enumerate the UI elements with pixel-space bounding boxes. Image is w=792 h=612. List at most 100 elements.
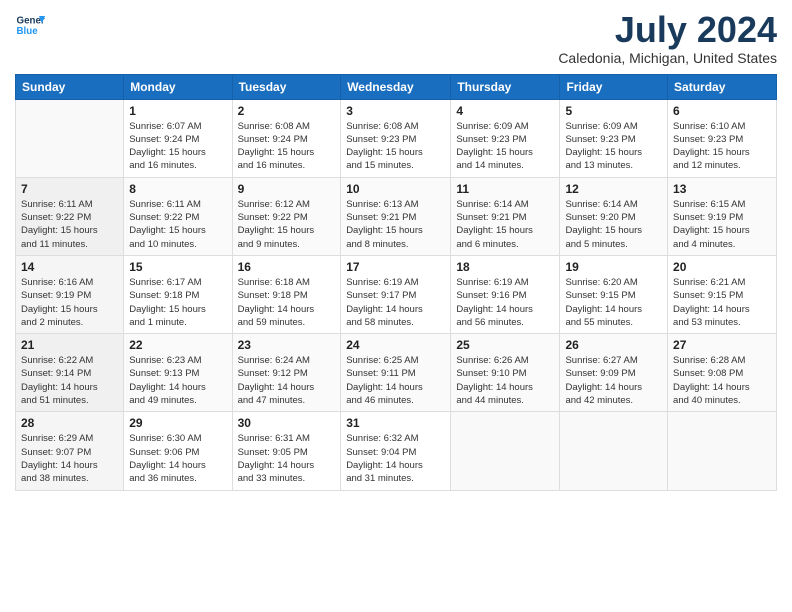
calendar-cell: 3 Sunrise: 6:08 AM Sunset: 9:23 PM Daylig… [341,99,451,177]
day-number: 5 [565,104,662,118]
calendar-cell: 10Sunrise: 6:13 AM Sunset: 9:21 PM Dayli… [341,177,451,255]
day-info: Sunrise: 6:10 AM Sunset: 9:23 PM Dayligh… [673,120,771,173]
day-info: Sunrise: 6:21 AM Sunset: 9:15 PM Dayligh… [673,276,771,329]
calendar-cell [560,412,668,490]
day-info: Sunrise: 6:32 AM Sunset: 9:04 PM Dayligh… [346,432,445,485]
calendar-cell: 18Sunrise: 6:19 AM Sunset: 9:16 PM Dayli… [451,255,560,333]
calendar-cell: 2 Sunrise: 6:08 AM Sunset: 9:24 PM Daylig… [232,99,341,177]
calendar-cell: 30Sunrise: 6:31 AM Sunset: 9:05 PM Dayli… [232,412,341,490]
title-block: July 2024 Caledonia, Michigan, United St… [558,10,777,66]
day-info: Sunrise: 6:08 AM Sunset: 9:24 PM Dayligh… [238,120,336,173]
calendar-cell: 20Sunrise: 6:21 AM Sunset: 9:15 PM Dayli… [668,255,777,333]
day-number: 18 [456,260,554,274]
calendar-cell: 14 Sunrise: 6:16 AM Sunset: 9:19 PM Dayli… [16,255,124,333]
calendar-cell: 19Sunrise: 6:20 AM Sunset: 9:15 PM Dayli… [560,255,668,333]
calendar-cell: 4 Sunrise: 6:09 AM Sunset: 9:23 PM Daylig… [451,99,560,177]
calendar-header-row: Sunday Monday Tuesday Wednesday Thursday… [16,74,777,99]
day-info: Sunrise: 6:17 AM Sunset: 9:18 PM Dayligh… [129,276,226,329]
day-number: 19 [565,260,662,274]
day-number: 14 [21,260,118,274]
day-number: 12 [565,182,662,196]
day-number: 24 [346,338,445,352]
calendar-cell: 7 Sunrise: 6:11 AM Sunset: 9:22 PM Daylig… [16,177,124,255]
col-friday: Friday [560,74,668,99]
day-number: 21 [21,338,118,352]
calendar-week-3: 14 Sunrise: 6:16 AM Sunset: 9:19 PM Dayli… [16,255,777,333]
calendar-cell: 25Sunrise: 6:26 AM Sunset: 9:10 PM Dayli… [451,334,560,412]
day-number: 23 [238,338,336,352]
day-info: Sunrise: 6:19 AM Sunset: 9:17 PM Dayligh… [346,276,445,329]
col-thursday: Thursday [451,74,560,99]
calendar-cell [668,412,777,490]
day-number: 27 [673,338,771,352]
day-number: 6 [673,104,771,118]
day-number: 16 [238,260,336,274]
day-number: 7 [21,182,118,196]
day-info: Sunrise: 6:14 AM Sunset: 9:21 PM Dayligh… [456,198,554,251]
calendar-cell: 17 Sunrise: 6:19 AM Sunset: 9:17 PM Dayli… [341,255,451,333]
day-number: 3 [346,104,445,118]
calendar-cell: 9Sunrise: 6:12 AM Sunset: 9:22 PM Daylig… [232,177,341,255]
day-info: Sunrise: 6:11 AM Sunset: 9:22 PM Dayligh… [21,198,118,251]
day-number: 28 [21,416,118,430]
calendar-table: Sunday Monday Tuesday Wednesday Thursday… [15,74,777,491]
day-number: 26 [565,338,662,352]
calendar-cell: 26 Sunrise: 6:27 AM Sunset: 9:09 PM Dayli… [560,334,668,412]
calendar-week-1: 1 Sunrise: 6:07 AM Sunset: 9:24 PM Daylig… [16,99,777,177]
day-number: 8 [129,182,226,196]
page-subtitle: Caledonia, Michigan, United States [558,50,777,66]
calendar-cell: 27 Sunrise: 6:28 AM Sunset: 9:08 PM Dayli… [668,334,777,412]
day-number: 17 [346,260,445,274]
day-number: 30 [238,416,336,430]
day-info: Sunrise: 6:12 AM Sunset: 9:22 PM Dayligh… [238,198,336,251]
calendar-cell: 23 Sunrise: 6:24 AM Sunset: 9:12 PM Dayli… [232,334,341,412]
day-info: Sunrise: 6:13 AM Sunset: 9:21 PM Dayligh… [346,198,445,251]
calendar-cell: 22Sunrise: 6:23 AM Sunset: 9:13 PM Dayli… [124,334,232,412]
day-info: Sunrise: 6:26 AM Sunset: 9:10 PM Dayligh… [456,354,554,407]
col-monday: Monday [124,74,232,99]
day-info: Sunrise: 6:11 AM Sunset: 9:22 PM Dayligh… [129,198,226,251]
col-saturday: Saturday [668,74,777,99]
day-info: Sunrise: 6:30 AM Sunset: 9:06 PM Dayligh… [129,432,226,485]
day-info: Sunrise: 6:09 AM Sunset: 9:23 PM Dayligh… [456,120,554,173]
day-info: Sunrise: 6:09 AM Sunset: 9:23 PM Dayligh… [565,120,662,173]
calendar-cell: 1 Sunrise: 6:07 AM Sunset: 9:24 PM Daylig… [124,99,232,177]
calendar-cell: 21Sunrise: 6:22 AM Sunset: 9:14 PM Dayli… [16,334,124,412]
calendar-cell: 31 Sunrise: 6:32 AM Sunset: 9:04 PM Dayli… [341,412,451,490]
col-wednesday: Wednesday [341,74,451,99]
calendar-cell [451,412,560,490]
day-number: 31 [346,416,445,430]
day-info: Sunrise: 6:18 AM Sunset: 9:18 PM Dayligh… [238,276,336,329]
day-number: 11 [456,182,554,196]
day-info: Sunrise: 6:27 AM Sunset: 9:09 PM Dayligh… [565,354,662,407]
day-number: 4 [456,104,554,118]
calendar-cell: 11 Sunrise: 6:14 AM Sunset: 9:21 PM Dayli… [451,177,560,255]
page-title: July 2024 [558,10,777,50]
day-number: 2 [238,104,336,118]
calendar-cell: 15Sunrise: 6:17 AM Sunset: 9:18 PM Dayli… [124,255,232,333]
calendar-cell: 28Sunrise: 6:29 AM Sunset: 9:07 PM Dayli… [16,412,124,490]
day-info: Sunrise: 6:08 AM Sunset: 9:23 PM Dayligh… [346,120,445,173]
calendar-cell: 29 Sunrise: 6:30 AM Sunset: 9:06 PM Dayli… [124,412,232,490]
day-number: 29 [129,416,226,430]
day-info: Sunrise: 6:07 AM Sunset: 9:24 PM Dayligh… [129,120,226,173]
svg-text:Blue: Blue [17,26,39,37]
col-sunday: Sunday [16,74,124,99]
page-container: General Blue July 2024 Caledonia, Michig… [0,0,792,612]
calendar-cell: 6 Sunrise: 6:10 AM Sunset: 9:23 PM Daylig… [668,99,777,177]
day-info: Sunrise: 6:16 AM Sunset: 9:19 PM Dayligh… [21,276,118,329]
calendar-week-2: 7 Sunrise: 6:11 AM Sunset: 9:22 PM Daylig… [16,177,777,255]
calendar-cell: 24 Sunrise: 6:25 AM Sunset: 9:11 PM Dayli… [341,334,451,412]
logo: General Blue [15,10,45,40]
day-number: 1 [129,104,226,118]
day-info: Sunrise: 6:24 AM Sunset: 9:12 PM Dayligh… [238,354,336,407]
calendar-cell: 12 Sunrise: 6:14 AM Sunset: 9:20 PM Dayli… [560,177,668,255]
day-info: Sunrise: 6:25 AM Sunset: 9:11 PM Dayligh… [346,354,445,407]
day-info: Sunrise: 6:14 AM Sunset: 9:20 PM Dayligh… [565,198,662,251]
calendar-week-5: 28Sunrise: 6:29 AM Sunset: 9:07 PM Dayli… [16,412,777,490]
logo-icon: General Blue [15,10,45,40]
calendar-cell: 13Sunrise: 6:15 AM Sunset: 9:19 PM Dayli… [668,177,777,255]
day-info: Sunrise: 6:28 AM Sunset: 9:08 PM Dayligh… [673,354,771,407]
day-info: Sunrise: 6:15 AM Sunset: 9:19 PM Dayligh… [673,198,771,251]
calendar-cell: 8 Sunrise: 6:11 AM Sunset: 9:22 PM Daylig… [124,177,232,255]
